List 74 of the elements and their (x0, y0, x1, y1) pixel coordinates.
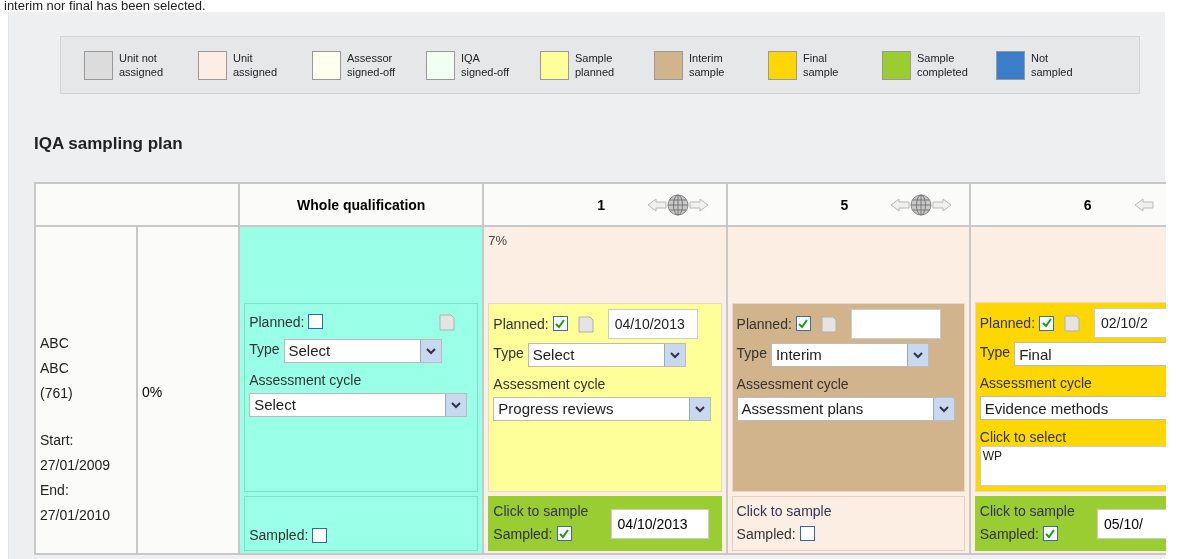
cycle-dropdown[interactable]: Assessment plans (736, 396, 955, 421)
field-label: Click to select (979, 428, 1068, 447)
legend-label: Not sampled (1031, 51, 1074, 79)
unit-percent: 7% (488, 233, 508, 248)
type-dropdown[interactable]: Select (283, 338, 442, 363)
column-header: Whole qualification (297, 196, 426, 213)
legend-label: Sample completed (917, 51, 969, 79)
type-dropdown[interactable]: Select (527, 342, 686, 367)
field-label: Assessment cycle (979, 374, 1093, 393)
type-dropdown[interactable]: Final (1014, 342, 1166, 367)
caret-icon (938, 404, 949, 413)
date-field[interactable]: 04/10/2013 (607, 308, 698, 339)
instruction-text: interim nor final has been selected. (3, 0, 207, 12)
cycle-dropdown[interactable]: Evidence methods (979, 396, 1166, 421)
sampled-checkbox[interactable] (1042, 526, 1058, 542)
sample-link[interactable]: Click to sample (493, 500, 589, 521)
column-header: 1 (597, 196, 606, 213)
field-label: Assessment cycle (249, 370, 363, 389)
planned-checkbox[interactable] (1039, 315, 1055, 331)
globe-icon[interactable] (910, 193, 933, 216)
legend-label: Sample planned (575, 51, 616, 79)
field-label: Type (249, 340, 280, 357)
caret-icon (669, 350, 680, 359)
planned-checkbox[interactable] (308, 314, 324, 330)
column-header: 5 (840, 196, 849, 213)
learner-name: ABC (40, 334, 70, 353)
globe-icon[interactable] (667, 193, 690, 216)
planned-checkbox[interactable] (552, 316, 568, 332)
field-label: Planned: (493, 315, 549, 332)
cycle-dropdown[interactable]: Select (249, 392, 468, 417)
end-date: 27/01/2010 (40, 506, 112, 525)
field-label: Type (493, 344, 524, 361)
date-field[interactable] (850, 308, 941, 339)
section-title: IQA sampling plan (34, 134, 184, 155)
field-label: Assessment cycle (493, 374, 607, 393)
field-label: Type (979, 344, 1011, 361)
sampled-checkbox[interactable] (556, 526, 572, 542)
sampled-checkbox[interactable] (799, 526, 815, 542)
sample-link[interactable]: Click to sample (979, 500, 1075, 521)
methods-list[interactable]: WP (979, 446, 1166, 487)
caret-icon (451, 400, 462, 409)
caret-icon (912, 350, 923, 359)
legend-label: Unit not assigned (119, 51, 165, 79)
caret-icon (425, 346, 436, 355)
planned-checkbox[interactable] (795, 316, 811, 332)
field-label: Sampled: (736, 525, 796, 542)
caret-icon (695, 404, 706, 413)
date-field[interactable]: 02/10/2 (1094, 308, 1166, 339)
date-field[interactable]: 04/10/2013 (610, 508, 709, 539)
date-label: Start: (40, 431, 75, 450)
field-label: Sampled: (249, 527, 309, 543)
field-label: Planned: (736, 315, 792, 332)
learner-code: ABC (40, 359, 70, 378)
legend-label: IQA signed-off (461, 51, 511, 79)
field-label: Planned: (249, 313, 305, 330)
date-field[interactable]: 05/10/ (1097, 508, 1166, 539)
field-label: Assessment cycle (736, 374, 850, 393)
type-dropdown[interactable]: Interim (770, 342, 929, 367)
learner-id: (761) (40, 384, 74, 403)
field-label: Sampled: (979, 525, 1039, 542)
legend-label: Unit assigned (233, 51, 279, 79)
field-label: Type (736, 344, 767, 361)
field-label: Planned: (979, 315, 1036, 332)
field-label: Sampled: (493, 525, 553, 542)
legend-label: Assessor signed-off (347, 51, 397, 79)
sampled-checkbox[interactable] (312, 527, 328, 543)
legend-label: Final sample (803, 51, 840, 79)
start-date: 27/01/2009 (40, 456, 112, 475)
sample-link[interactable]: Click to sample (736, 500, 832, 521)
legend-label: Interim sample (689, 51, 726, 79)
date-label: End: (40, 481, 70, 500)
column-header: 6 (1083, 196, 1092, 213)
cycle-dropdown[interactable]: Progress reviews (493, 396, 712, 421)
progress-percent: 0% (142, 384, 163, 400)
